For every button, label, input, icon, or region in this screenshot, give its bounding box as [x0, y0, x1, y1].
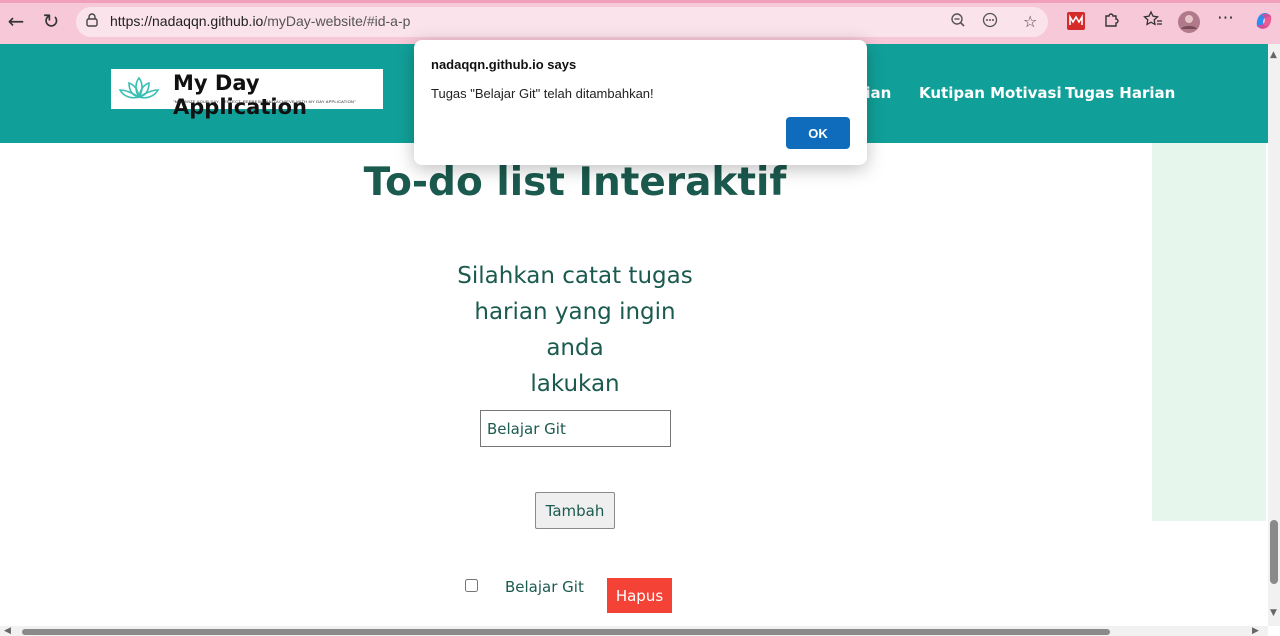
- subtitle-line: Silahkan catat tugas: [457, 263, 693, 289]
- url-text: https://nadaqqn.github.io/myDay-website/…: [110, 13, 410, 29]
- lotus-icon: [117, 75, 161, 108]
- task-label: Belajar Git: [505, 578, 584, 596]
- favorites-icon[interactable]: [1143, 10, 1163, 33]
- delete-task-button[interactable]: Hapus: [607, 578, 672, 613]
- copilot-icon[interactable]: [1253, 10, 1275, 37]
- read-aloud-icon[interactable]: [982, 12, 998, 32]
- site-logo[interactable]: My Day Application "MAXIMIZE YOUR DAY, R…: [111, 69, 383, 119]
- task-input[interactable]: [480, 410, 671, 447]
- nav-link-kutipan-motivasi[interactable]: Kutipan Motivasi: [919, 84, 1062, 102]
- profile-avatar[interactable]: [1177, 10, 1201, 39]
- back-icon[interactable]: ←: [3, 8, 29, 34]
- refresh-icon[interactable]: ↻: [38, 8, 64, 34]
- page-title: To-do list Interaktif: [363, 160, 787, 205]
- url-host: https://nadaqqn.github.io: [110, 13, 264, 29]
- dialog-message: Tugas "Belajar Git" telah ditambahkan!: [431, 86, 654, 101]
- extension-red-icon[interactable]: [1067, 12, 1085, 35]
- scroll-right-icon[interactable]: ▶: [1252, 626, 1259, 636]
- dialog-title: nadaqqn.github.io says: [431, 57, 577, 72]
- add-task-button[interactable]: Tambah: [535, 492, 615, 529]
- vertical-scroll-thumb[interactable]: [1270, 520, 1278, 584]
- task-checkbox[interactable]: [465, 579, 478, 592]
- favorite-star-icon[interactable]: ☆: [1023, 12, 1037, 31]
- ok-button[interactable]: OK: [786, 117, 850, 149]
- nav-link-tugas-harian[interactable]: Tugas Harian: [1065, 84, 1175, 102]
- side-panel: [1152, 143, 1266, 521]
- subtitle: Silahkan catat tugas harian yang ingin a…: [445, 258, 705, 402]
- zoom-icon[interactable]: [950, 12, 966, 32]
- more-menu-icon[interactable]: ⋯: [1217, 8, 1234, 28]
- subtitle-line: lakukan: [530, 371, 620, 397]
- site-info-icon[interactable]: [84, 12, 100, 32]
- scroll-down-icon[interactable]: ▼: [1270, 608, 1277, 618]
- horizontal-scroll-thumb[interactable]: [22, 629, 1110, 635]
- url-path: /myDay-website/#id-a-p: [263, 13, 411, 29]
- alert-dialog: nadaqqn.github.io says Tugas "Belajar Gi…: [414, 40, 867, 165]
- scroll-up-icon[interactable]: ▲: [1270, 50, 1277, 60]
- logo-title: My Day Application: [173, 71, 307, 119]
- scroll-left-icon[interactable]: ◀: [4, 626, 11, 636]
- logo-tagline: "MAXIMIZE YOUR DAY, REFLECT, REFRESH, AN…: [173, 99, 356, 104]
- subtitle-line: harian yang ingin anda: [474, 299, 676, 361]
- extensions-puzzle-icon[interactable]: [1102, 10, 1120, 33]
